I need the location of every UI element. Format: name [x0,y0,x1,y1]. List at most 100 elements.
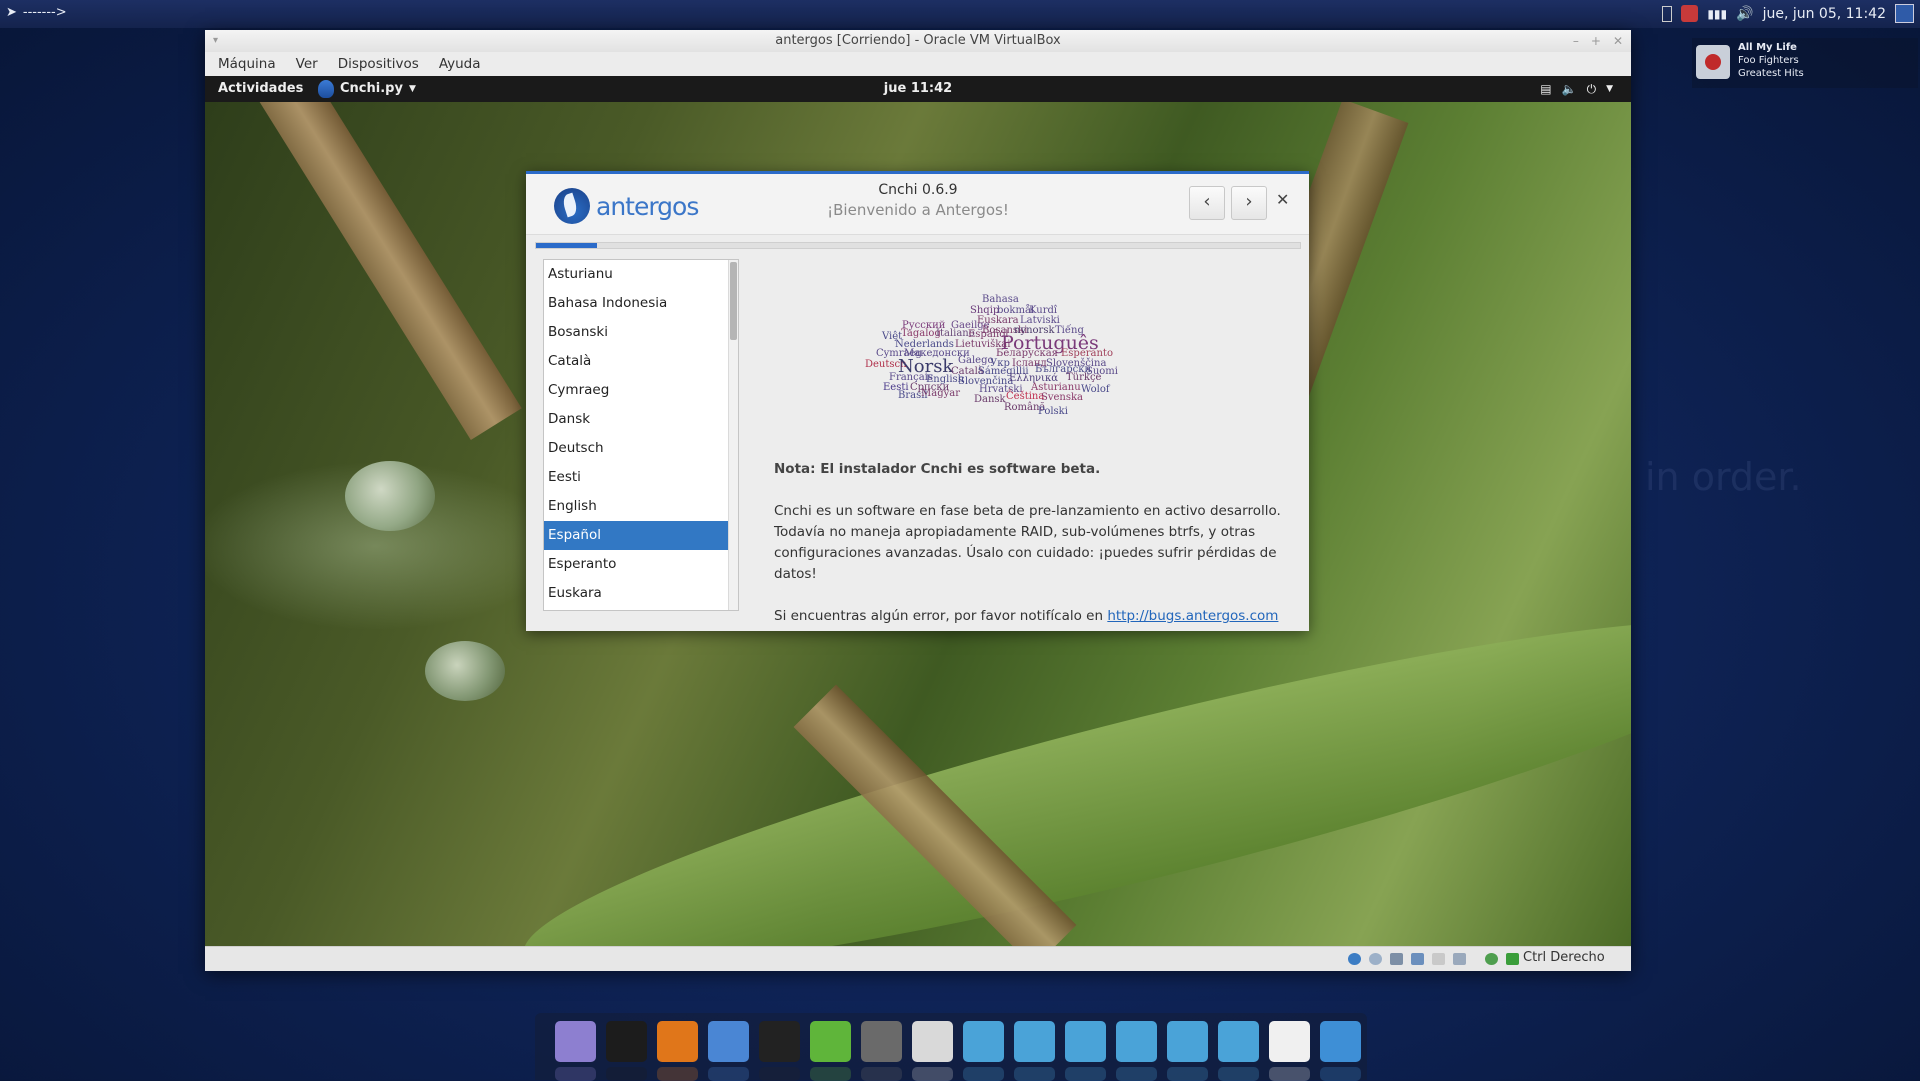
maximize-icon[interactable]: + [1591,30,1601,52]
installer-notes: Nota: El instalador Cnchi es software be… [774,459,1294,627]
arrow-icon: ➤ [6,5,17,20]
workspace-icon[interactable] [1895,4,1914,23]
power-icon[interactable]: ⏻ [1587,76,1597,102]
bug-report-text: Si encuentras algún error, por favor not… [774,608,1108,624]
firefox-icon[interactable] [657,1021,698,1081]
language-item[interactable]: Bosanski [544,318,732,347]
mail-icon[interactable] [861,1021,902,1081]
antergos-logo-icon [554,188,590,224]
word-cloud-word: Wolof [1081,384,1110,395]
volume-icon[interactable]: 🔈 [1562,76,1577,102]
pictures-folder-icon[interactable] [1065,1021,1106,1081]
language-word-cloud: Bahasa Shqip bokmål Kurdî Euskara Latviski Рус… [865,294,1166,434]
language-item[interactable]: Esperanto [544,550,732,579]
language-item[interactable]: English [544,492,732,521]
menu-ayuda[interactable]: Ayuda [439,52,481,76]
icon-reflection [912,1067,953,1081]
icon-reflection [861,1067,902,1081]
language-item[interactable]: Deutsch [544,434,732,463]
icon-reflection [963,1067,1004,1081]
guest-screen[interactable]: Actividades Cnchi.py ▼ jue 11:42 ▤ 🔈 ⏻ ▼… [205,76,1631,946]
gnome-clock[interactable]: jue 11:42 [205,76,1631,102]
volume-icon[interactable]: 🔊 [1736,6,1753,22]
system-monitor-icon[interactable] [1320,1021,1361,1081]
icon-reflection [1116,1067,1157,1081]
bug-report-link[interactable]: http://bugs.antergos.com [1107,608,1278,624]
home-folder-icon[interactable] [963,1021,1004,1081]
menu-maquina[interactable]: Máquina [218,52,276,76]
documents-folder-icon[interactable] [1014,1021,1055,1081]
vbox-status-bar: Ctrl Derecho [205,946,1631,971]
app-tray-icon[interactable] [1681,5,1699,22]
chromium-icon[interactable] [708,1021,749,1081]
scrollbar[interactable] [728,260,738,610]
background-straw [248,76,522,440]
close-icon[interactable]: ✕ [1613,30,1623,52]
icon-reflection [1218,1067,1259,1081]
dock [535,1013,1367,1081]
song-artist: Foo Fighters [1738,55,1799,66]
icon-reflection [657,1067,698,1081]
close-button[interactable]: ✕ [1276,190,1289,209]
icon-reflection [1320,1067,1361,1081]
beta-note: Nota: El instalador Cnchi es software be… [774,461,1101,477]
games-folder-icon[interactable] [1167,1021,1208,1081]
scrollbar-thumb[interactable] [730,262,737,340]
music-notification[interactable]: All My Life Foo Fighters Greatest Hits [1692,38,1918,88]
host-launcher-label: -------> [22,5,67,20]
word-cloud-word: Svenska [1041,392,1084,403]
gnome-top-bar: Actividades Cnchi.py ▼ jue 11:42 ▤ 🔈 ⏻ ▼ [205,76,1631,102]
signal-icon[interactable]: ▮▮▮ [1707,7,1727,21]
display-icon[interactable] [1453,953,1466,965]
gnome-do-icon[interactable] [555,1021,596,1081]
progress-fill [536,243,598,248]
language-item[interactable]: Español [544,521,732,550]
menu-dispositivos[interactable]: Dispositivos [338,52,419,76]
host-launcher[interactable]: ➤ -------> [6,5,67,20]
keyboard-capture-icon[interactable] [1506,953,1519,965]
hashtag-icon[interactable] [810,1021,851,1081]
close-icon: ✕ [1276,190,1290,209]
downloads-folder-icon[interactable] [1218,1021,1259,1081]
icon-reflection [555,1067,596,1081]
menu-ver[interactable]: Ver [296,52,318,76]
amazon-icon[interactable] [759,1021,800,1081]
optical-drive-icon[interactable] [1369,953,1382,965]
vbox-titlebar[interactable]: ▾ antergos [Corriendo] - Oracle VM Virtu… [205,30,1631,52]
background-text: in order. [1645,455,1802,499]
word-cloud-word: Čeština [1006,391,1045,402]
back-button[interactable]: ‹ [1189,186,1225,220]
mouse-integration-icon[interactable] [1485,953,1498,965]
music-folder-icon[interactable] [1116,1021,1157,1081]
language-item[interactable]: Dansk [544,405,732,434]
usb-icon[interactable] [1390,953,1403,965]
word-cloud-word: Bahasa [982,294,1019,305]
word-cloud-word: Tagalog [901,328,941,339]
chevron-down-icon[interactable]: ▼ [1606,76,1613,102]
hard-disk-icon[interactable] [1348,953,1361,965]
language-list[interactable]: Asturianu Bahasa Indonesia Bosanski Català C… [543,259,739,611]
word-cloud-word: Galego [958,355,994,366]
song-title: All My Life [1738,42,1797,53]
language-item[interactable]: Eesti [544,463,732,492]
vbox-menubar: Máquina Ver Dispositivos Ayuda [205,52,1631,76]
network-icon[interactable]: ▤ [1540,76,1551,102]
battery-icon[interactable] [1662,5,1673,22]
language-item[interactable]: Català [544,347,732,376]
forward-button[interactable]: › [1231,186,1267,220]
host-clock[interactable]: jue, jun 05, 11:42 [1763,6,1886,22]
host-key-label: Ctrl Derecho [1523,950,1605,965]
chrome-icon[interactable] [1269,1021,1310,1081]
window-menu-icon[interactable]: ▾ [213,30,218,52]
archive-icon[interactable] [912,1021,953,1081]
network-adapter-icon[interactable] [1411,953,1424,965]
word-cloud-word: Dansk [974,394,1006,405]
minimize-icon[interactable]: – [1573,30,1579,52]
shared-folders-icon[interactable] [1432,953,1445,965]
language-item[interactable]: Euskara [544,579,732,608]
language-item[interactable]: Cymraeg [544,376,732,405]
language-item[interactable]: Asturianu [544,260,732,289]
icon-reflection [1167,1067,1208,1081]
language-item[interactable]: Bahasa Indonesia [544,289,732,318]
terminal-icon[interactable] [606,1021,647,1081]
